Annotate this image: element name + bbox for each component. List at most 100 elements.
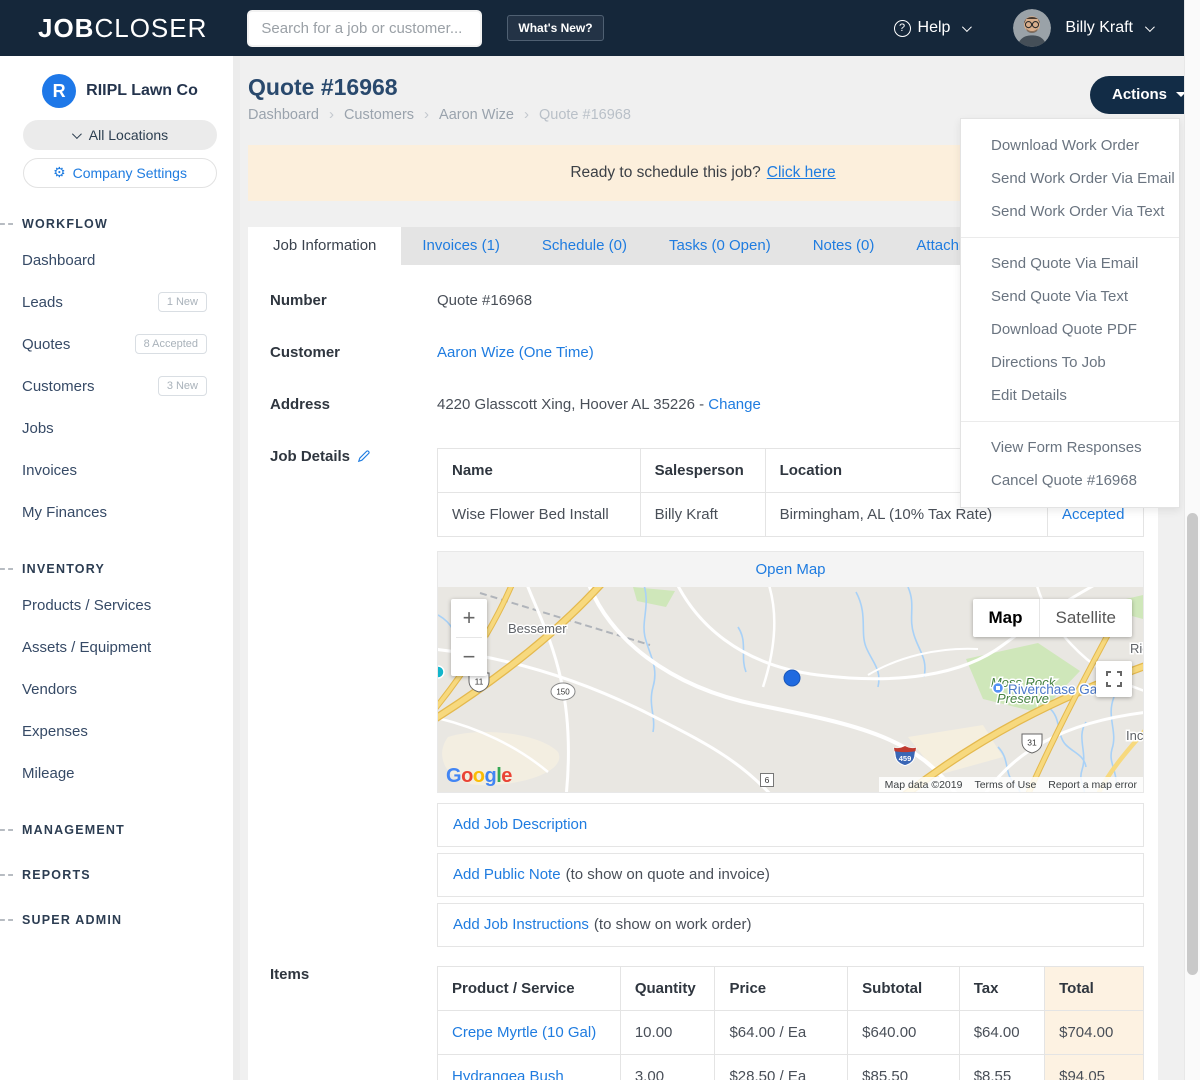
item-tax: $8.55 — [958, 1054, 1046, 1080]
user-avatar[interactable] — [1013, 9, 1052, 47]
sidebar-item-assets-equipment[interactable]: Assets / Equipment — [0, 626, 240, 668]
col-subtotal: Subtotal — [847, 966, 960, 1011]
user-name[interactable]: Billy Kraft — [1065, 19, 1133, 37]
change-address-link[interactable]: Change — [708, 396, 761, 413]
breadcrumb-separator: › — [424, 106, 430, 123]
sidebar-item-quotes[interactable]: Quotes 8 Accepted — [0, 323, 240, 365]
sidebar-item-invoices[interactable]: Invoices — [0, 449, 240, 491]
breadcrumb-dashboard[interactable]: Dashboard — [248, 107, 319, 123]
menu-send-work-order-email[interactable]: Send Work Order Via Email — [961, 162, 1179, 195]
chevron-down-icon — [71, 128, 82, 139]
map-canvas[interactable]: Bessemer Moss Rock Preserve Riverchase G… — [438, 587, 1143, 792]
tab-invoices[interactable]: Invoices (1) — [401, 227, 521, 265]
item-price: $64.00 / Ea — [714, 1010, 849, 1055]
product-link[interactable]: Hydrangea Bush — [452, 1068, 564, 1080]
sidebar-scrollbar[interactable] — [233, 56, 240, 1080]
satellite-view-button[interactable]: Satellite — [1038, 599, 1132, 637]
tab-job-information[interactable]: Job Information — [248, 227, 402, 265]
item-label: Expenses — [22, 722, 88, 740]
job-details-row: Job Details Name Salesperson Location Wi… — [270, 448, 1145, 953]
help-label: Help — [917, 19, 951, 36]
item-label: Quotes — [22, 335, 71, 353]
status-accepted-link[interactable]: Accepted — [1062, 506, 1125, 523]
menu-view-form-responses[interactable]: View Form Responses — [961, 431, 1179, 464]
breadcrumb-customers[interactable]: Customers — [344, 107, 414, 123]
map-label-riverchase: Riverchase Gal — [1008, 682, 1100, 697]
menu-cancel-quote[interactable]: Cancel Quote #16968 — [961, 464, 1179, 497]
item-quantity: 10.00 — [619, 1010, 716, 1055]
breadcrumb-customer-name[interactable]: Aaron Wize — [439, 107, 514, 123]
zoom-in-button[interactable]: + — [451, 599, 487, 637]
riverchase-pin-icon[interactable] — [991, 681, 1005, 695]
company-settings-button[interactable]: ⚙ Company Settings — [23, 158, 217, 188]
tab-schedule[interactable]: Schedule (0) — [521, 227, 648, 265]
menu-edit-details[interactable]: Edit Details — [961, 379, 1179, 412]
route-150-shield: 150 — [550, 682, 576, 701]
product-link[interactable]: Crepe Myrtle (10 Gal) — [452, 1024, 596, 1041]
svg-text:459: 459 — [899, 754, 912, 763]
zoom-out-button[interactable]: − — [451, 638, 487, 676]
col-total: Total — [1044, 966, 1144, 1011]
map-label-edge-top: Ric — [1130, 641, 1143, 656]
actions-label: Actions — [1112, 86, 1168, 103]
col-salesperson: Salesperson — [639, 448, 766, 493]
add-job-description-box: Add Job Description — [437, 803, 1144, 847]
menu-download-work-order[interactable]: Download Work Order — [961, 129, 1179, 162]
terms-of-use-link[interactable]: Terms of Use — [968, 779, 1042, 791]
sidebar-item-vendors[interactable]: Vendors — [0, 668, 240, 710]
menu-send-work-order-text[interactable]: Send Work Order Via Text — [961, 195, 1179, 228]
fullscreen-button[interactable] — [1096, 661, 1132, 697]
customer-link[interactable]: Aaron Wize (One Time) — [437, 344, 594, 361]
google-logo[interactable]: Google — [446, 765, 512, 788]
tab-notes[interactable]: Notes (0) — [792, 227, 896, 265]
col-price: Price — [714, 966, 849, 1011]
page-scrollbar[interactable] — [1184, 0, 1200, 1080]
breadcrumb-separator: › — [524, 106, 529, 123]
whats-new-button[interactable]: What's New? — [507, 15, 604, 41]
item-row-2: Hydrangea Bush 3.00 $28.50 / Ea $85.50 $… — [437, 1054, 1144, 1080]
item-label: Mileage — [22, 764, 75, 782]
job-location-marker[interactable] — [783, 669, 801, 687]
item-tax: $64.00 — [958, 1010, 1046, 1055]
item-label: Jobs — [22, 419, 54, 437]
sidebar-item-dashboard[interactable]: Dashboard — [0, 239, 240, 281]
tab-tasks[interactable]: Tasks (0 Open) — [648, 227, 792, 265]
add-public-note-link[interactable]: Add Public Note — [453, 866, 561, 883]
sidebar-item-mileage[interactable]: Mileage — [0, 752, 240, 794]
col-quantity: Quantity — [619, 966, 716, 1011]
menu-send-quote-text[interactable]: Send Quote Via Text — [961, 280, 1179, 313]
menu-download-quote-pdf[interactable]: Download Quote PDF — [961, 313, 1179, 346]
menu-send-quote-email[interactable]: Send Quote Via Email — [961, 247, 1179, 280]
page-title: Quote #16968 — [248, 74, 398, 100]
add-job-description-link[interactable]: Add Job Description — [453, 816, 587, 833]
sidebar-item-products-services[interactable]: Products / Services — [0, 584, 240, 626]
locations-label: All Locations — [88, 127, 169, 143]
edit-pencil-icon[interactable] — [357, 449, 371, 463]
click-here-link[interactable]: Click here — [767, 164, 836, 182]
scrollbar-thumb[interactable] — [1187, 513, 1198, 975]
map-view-button[interactable]: Map — [972, 599, 1039, 637]
chevron-down-icon — [962, 21, 973, 32]
item-label: Products / Services — [22, 596, 152, 614]
sidebar-item-my-finances[interactable]: My Finances — [0, 491, 240, 533]
customers-badge: 3 New — [157, 376, 207, 396]
section-management[interactable]: MANAGEMENT — [0, 821, 240, 839]
section-reports[interactable]: REPORTS — [0, 866, 240, 884]
sidebar-item-jobs[interactable]: Jobs — [0, 407, 240, 449]
locations-selector[interactable]: All Locations — [23, 120, 217, 150]
sidebar-item-expenses[interactable]: Expenses — [0, 710, 240, 752]
add-job-instructions-link[interactable]: Add Job Instructions — [453, 916, 589, 933]
item-subtotal: $640.00 — [847, 1010, 960, 1055]
customer-label: Customer — [270, 344, 341, 361]
section-super-admin[interactable]: SUPER ADMIN — [0, 911, 240, 929]
report-map-error-link[interactable]: Report a map error — [1042, 779, 1143, 791]
address-value: 4220 Glasscott Xing, Hoover AL 35226 - — [437, 396, 705, 413]
help-menu[interactable]: ? Help — [893, 19, 973, 37]
col-product-service: Product / Service — [437, 966, 621, 1011]
search-input[interactable] — [247, 9, 483, 47]
sidebar-item-leads[interactable]: Leads 1 New — [0, 281, 240, 323]
sidebar-item-customers[interactable]: Customers 3 New — [0, 365, 240, 407]
open-map-link[interactable]: Open Map — [755, 561, 825, 578]
menu-directions-to-job[interactable]: Directions To Job — [961, 346, 1179, 379]
map-widget: Open Map Bessemer Moss Rock Preserve Riv… — [437, 551, 1144, 793]
